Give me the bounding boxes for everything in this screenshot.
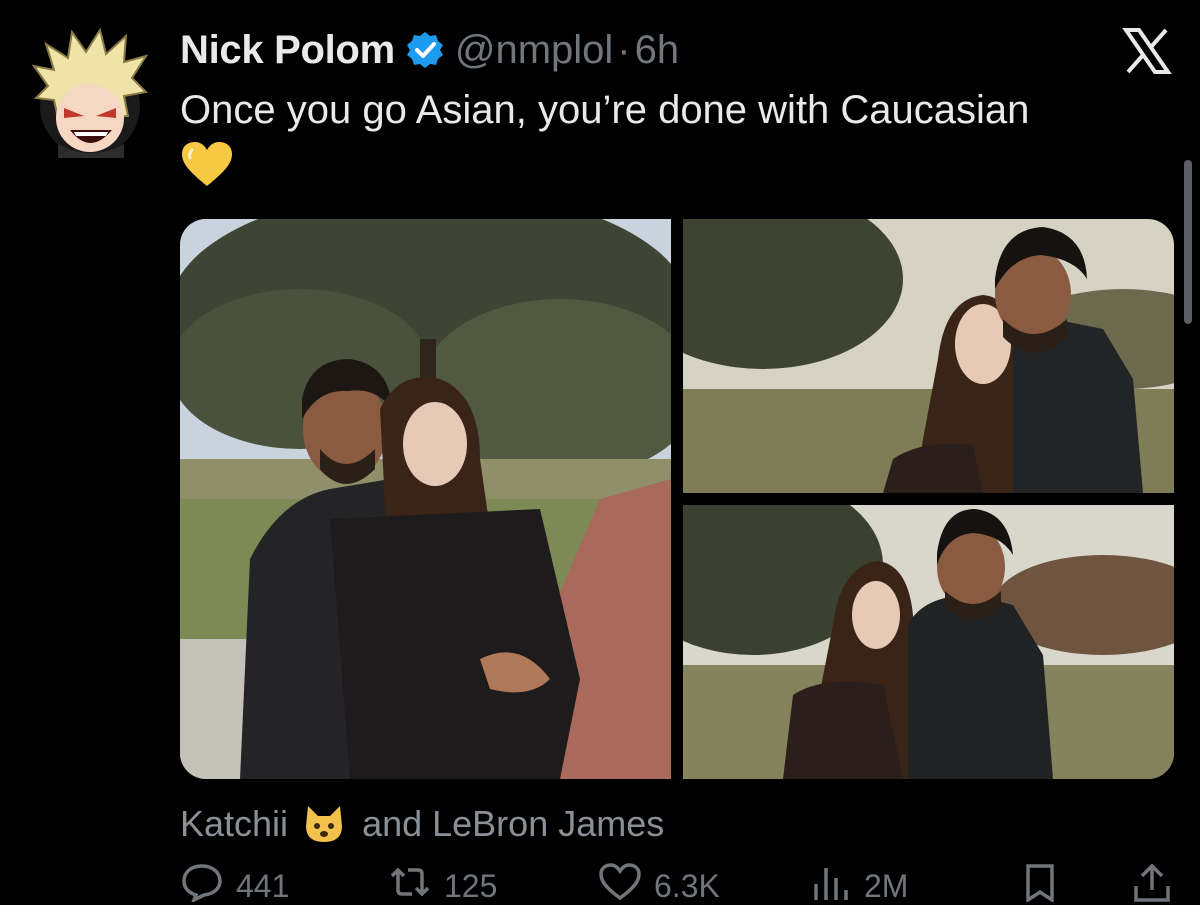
like-icon [599, 863, 641, 901]
cat-emoji-icon [306, 806, 343, 842]
repost-count: 125 [444, 867, 498, 904]
like-button[interactable]: 6.3K [598, 862, 720, 904]
views-count: 2M [864, 867, 909, 904]
views-icon [814, 868, 848, 900]
author-name[interactable]: Nick Polom [180, 28, 395, 73]
author-avatar[interactable] [28, 26, 149, 158]
reply-button[interactable]: 441 [180, 862, 290, 904]
liked-by-rest[interactable]: and LeBron James [362, 803, 664, 845]
author-handle[interactable]: @nmplol [455, 28, 613, 73]
reply-icon [182, 864, 222, 902]
repost-button[interactable]: 125 [388, 862, 498, 904]
share-button[interactable] [1130, 862, 1186, 902]
action-bar: 441 125 6.3K 2M [180, 862, 1170, 904]
like-count: 6.3K [654, 867, 720, 904]
liked-by-first[interactable]: Katchii [180, 803, 288, 845]
tweet-body: Once you go Asian, you’re done with Cauc… [180, 88, 1030, 132]
share-icon [1134, 863, 1170, 902]
liked-by[interactable]: Katchii and LeBron James [180, 798, 664, 850]
photo-2[interactable] [683, 219, 1174, 493]
yellow-heart-icon [182, 142, 232, 186]
x-logo-icon [1122, 28, 1172, 74]
verified-badge-icon [406, 32, 443, 68]
views-button[interactable]: 2M [808, 862, 909, 904]
media-grid [180, 219, 1174, 779]
reply-count: 441 [236, 867, 290, 904]
repost-icon [390, 867, 430, 897]
separator: · [617, 27, 631, 72]
photo-1[interactable] [180, 219, 671, 779]
timestamp[interactable]: 6h [635, 28, 680, 73]
tweet-text: Once you go Asian, you’re done with Cauc… [180, 84, 1160, 190]
bookmark-button[interactable] [1018, 862, 1074, 902]
photo-3[interactable] [683, 505, 1174, 779]
scrollbar[interactable] [1184, 160, 1192, 324]
tweet-header: Nick Polom @nmplol · 6h [180, 22, 679, 78]
bookmark-icon [1026, 864, 1054, 902]
